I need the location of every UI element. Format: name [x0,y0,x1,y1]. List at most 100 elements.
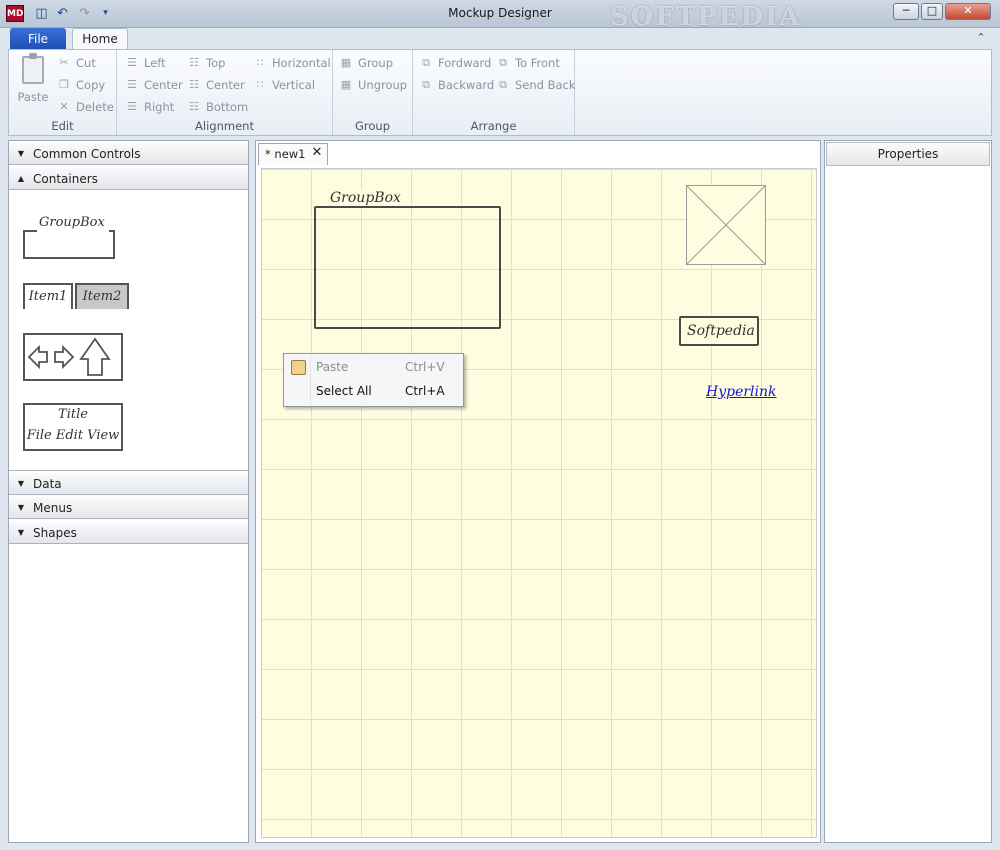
align-right-button[interactable]: ☰ Right [125,98,174,116]
send-backward-label: Backward [438,78,495,92]
send-back-icon: ⧉ [499,78,507,91]
align-middle-icon: ☷ [189,78,199,91]
align-center-button[interactable]: ☰ Center [125,76,183,94]
arrows-shapes-icon [27,337,111,376]
align-left-button[interactable]: ☰ Left [125,54,166,72]
window-title-label: Title [58,407,88,422]
align-bottom-icon: ☷ [189,100,199,113]
maximize-button[interactable]: □ [921,3,943,20]
send-back-button[interactable]: ⧉ Send Back [496,76,576,94]
menu-item-shortcut: Ctrl+V [405,360,445,374]
align-top-button[interactable]: ☷ Top [187,54,225,72]
tab-file[interactable]: File [10,28,66,50]
align-middle-button[interactable]: ☷ Center [187,76,245,94]
ribbon-group-edit: Paste ✂ Cut ❐ Copy ✕ Delete Edit [9,50,117,135]
palette-groupbox[interactable] [23,231,115,259]
distribute-vertical-icon: ∷ [256,78,264,91]
chevron-down-icon: ▼ [17,149,25,158]
chevron-down-icon: ▼ [17,528,25,537]
window-title: Mockup Designer [448,6,552,20]
dropdown-icon[interactable]: ▾ [97,5,114,22]
send-back-label: Send Back [515,78,576,92]
menu-item-label: Select All [316,384,372,398]
delete-label: Delete [76,100,114,114]
delete-button[interactable]: ✕ Delete [57,98,114,116]
send-backward-button[interactable]: ⧉ Backward [419,76,494,94]
distribute-horizontal-label: Horizontal [272,56,331,70]
close-button[interactable]: ✕ [945,3,991,20]
canvas-hyperlink[interactable]: Hyperlink [706,384,777,400]
minimize-button[interactable]: ─ [893,3,919,20]
cut-button[interactable]: ✂ Cut [57,54,95,72]
align-right-label: Right [144,100,175,114]
align-left-label: Left [144,56,166,70]
to-front-button[interactable]: ⧉ To Front [496,54,560,72]
palette-window[interactable]: Title File Edit View [23,403,123,451]
section-shapes[interactable]: ▼ Shapes [9,521,248,544]
copy-icon: ❐ [59,78,69,91]
image-placeholder-icon [686,185,766,265]
ribbon-group-alignment: ☰ Left ☰ Center ☰ Right ☷ Top ☷ Center ☷ Botto… [117,50,333,135]
group-button[interactable]: ▦ Group [339,54,393,72]
menu-item-paste[interactable]: Paste Ctrl+V [284,356,463,379]
window-menu-label: File Edit View [26,428,120,443]
properties-header: Properties [826,142,990,166]
canvas-groupbox[interactable] [314,206,501,329]
properties-panel [824,140,992,843]
align-bottom-label: Bottom [206,100,249,114]
to-front-icon: ⧉ [499,56,507,69]
canvas-groupbox-label: GroupBox [326,190,405,206]
menu-item-select-all[interactable]: Select All Ctrl+A [284,380,463,403]
clipboard-icon [22,53,44,84]
chevron-down-icon: ▼ [17,503,25,512]
palette-groupbox-label: GroupBox [39,215,105,230]
distribute-horizontal-button[interactable]: ∷ Horizontal [253,54,331,72]
ungroup-button[interactable]: ▦ Ungroup [339,76,407,94]
save-icon[interactable]: ◫ [33,5,50,22]
menu-item-shortcut: Ctrl+A [405,384,445,398]
section-label: Containers [33,171,98,186]
section-containers[interactable]: ▲ Containers [9,167,248,190]
palette-tab-item1[interactable]: Item1 [23,283,73,309]
palette-shapes-container[interactable] [23,333,123,381]
align-middle-label: Center [206,78,245,92]
copy-label: Copy [76,78,106,92]
section-common-controls[interactable]: ▼ Common Controls [9,142,248,165]
palette-tab-item2[interactable]: Item2 [75,283,129,309]
align-center-label: Center [144,78,183,92]
groupbox-top-line [109,230,115,232]
distribute-vertical-button[interactable]: ∷ Vertical [253,76,316,94]
section-data[interactable]: ▼ Data [9,472,248,495]
section-label: Data [33,476,62,491]
close-icon[interactable]: ✕ [310,145,324,161]
context-menu: Paste Ctrl+V Select All Ctrl+A [283,353,464,407]
canvas-image-placeholder[interactable] [686,185,766,265]
align-bottom-button[interactable]: ☷ Bottom [187,98,248,116]
ribbon-group-label: Alignment [195,119,254,133]
redo-icon[interactable]: ↷ [76,5,93,22]
scissors-icon: ✂ [59,56,69,69]
to-front-label: To Front [515,56,560,70]
ribbon-group-group: ▦ Group ▦ Ungroup Group [333,50,413,135]
distribute-vertical-label: Vertical [272,78,316,92]
bring-forward-button[interactable]: ⧉ Fordward [419,54,491,72]
ribbon-group-arrange: ⧉ Fordward ⧉ Backward ⧉ To Front ⧉ Send Back… [413,50,576,135]
paste-icon [291,360,306,375]
chevron-up-icon: ▲ [17,174,25,183]
paste-label: Paste [17,90,49,104]
paste-button[interactable]: Paste [13,53,53,114]
align-center-icon: ☰ [127,78,137,91]
copy-button[interactable]: ❐ Copy [57,76,105,94]
delete-icon: ✕ [59,100,69,113]
ribbon: Paste ✂ Cut ❐ Copy ✕ Delete Edit ☰ Left ☰ Cen… [8,49,992,136]
app-icon[interactable]: MD [6,5,24,22]
canvas-button[interactable]: Softpedia [679,316,759,346]
menu-item-label: Paste [316,360,349,374]
chevron-up-icon[interactable]: ⌃ [974,31,988,45]
tab-home[interactable]: Home [72,28,128,50]
undo-icon[interactable]: ↶ [54,5,71,22]
align-top-label: Top [206,56,226,70]
send-backward-icon: ⧉ [422,78,430,91]
section-menus[interactable]: ▼ Menus [9,496,248,519]
section-label: Common Controls [33,146,141,161]
